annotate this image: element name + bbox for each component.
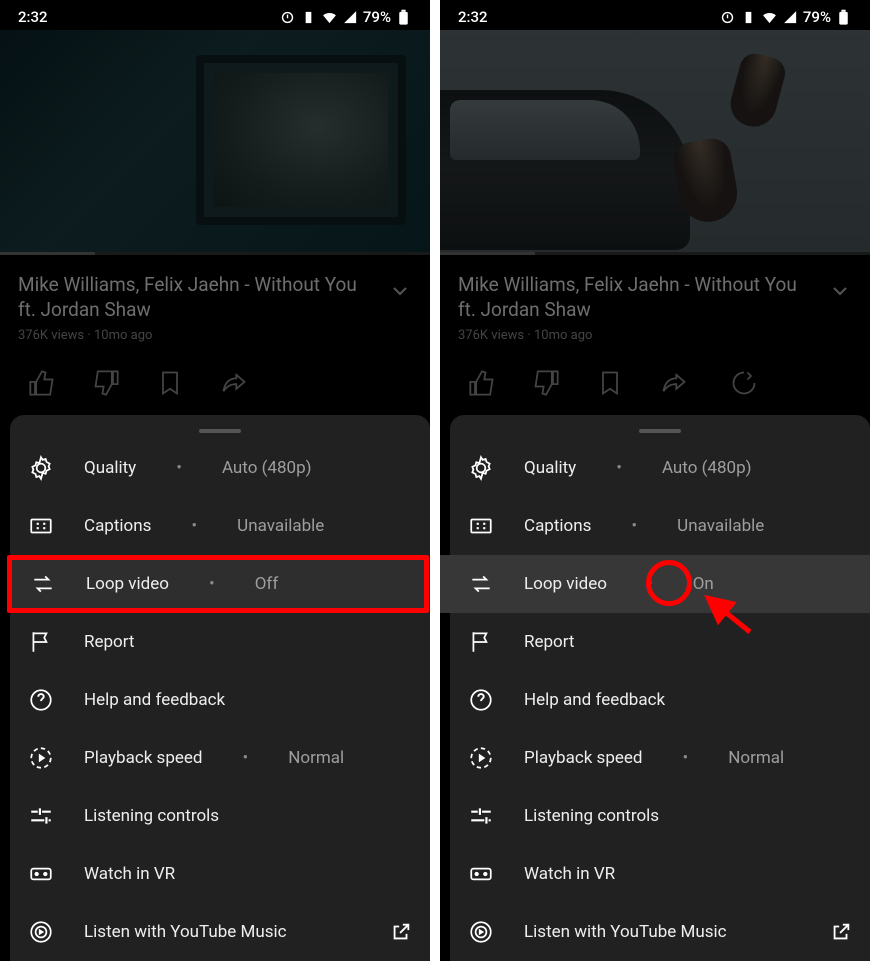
playback-speed-icon (28, 745, 54, 771)
flag-icon (468, 629, 494, 655)
phone-screenshot-left: 2:32 79% Mike Williams, Felix Jaehn - Wi… (0, 0, 430, 961)
menu-playback-speed[interactable]: Playback speed • Normal (450, 729, 870, 787)
captions-icon (468, 513, 494, 539)
share-icon[interactable] (660, 369, 688, 397)
menu-watch-vr[interactable]: Watch in VR (10, 845, 430, 903)
menu-help[interactable]: Help and feedback (450, 671, 870, 729)
status-bar: 2:32 79% (440, 0, 870, 30)
wifi-icon (761, 9, 778, 26)
like-icon[interactable] (468, 369, 496, 397)
loop-icon (30, 571, 56, 597)
vr-icon (28, 861, 54, 887)
video-player[interactable] (0, 30, 430, 255)
menu-playback-speed[interactable]: Playback speed • Normal (10, 729, 430, 787)
settings-bottom-sheet: Quality • Auto (480p) Captions • Unavail… (450, 415, 870, 961)
gear-icon (468, 455, 494, 481)
menu-watch-vr[interactable]: Watch in VR (450, 845, 870, 903)
menu-youtube-music[interactable]: Listen with YouTube Music (450, 903, 870, 961)
menu-captions[interactable]: Captions • Unavailable (10, 497, 430, 555)
menu-quality[interactable]: Quality • Auto (480p) (10, 439, 430, 497)
video-title: Mike Williams, Felix Jaehn - Without You… (458, 273, 852, 322)
chevron-down-icon[interactable] (388, 279, 412, 303)
remix-icon[interactable] (730, 369, 758, 397)
menu-loop-video[interactable]: Loop video • Off (7, 555, 429, 613)
status-bar: 2:32 79% (0, 0, 430, 30)
video-player[interactable] (440, 30, 870, 255)
sheet-handle[interactable] (639, 429, 681, 433)
alarm-icon (719, 9, 736, 26)
loop-value: On (693, 574, 714, 594)
wifi-icon (321, 9, 338, 26)
flag-icon (28, 629, 54, 655)
vibrate-icon (740, 9, 757, 26)
yt-music-icon (468, 919, 494, 945)
video-info[interactable]: Mike Williams, Felix Jaehn - Without You… (0, 255, 430, 351)
video-title: Mike Williams, Felix Jaehn - Without You… (18, 273, 412, 322)
clock: 2:32 (458, 8, 488, 26)
captions-icon (28, 513, 54, 539)
loop-value: Off (255, 574, 279, 594)
video-stats: 376K views · 10mo ago (458, 328, 852, 343)
external-link-icon (830, 921, 852, 943)
battery-percent: 79% (803, 8, 831, 26)
action-bar (440, 351, 870, 405)
video-info[interactable]: Mike Williams, Felix Jaehn - Without You… (440, 255, 870, 351)
gear-icon (28, 455, 54, 481)
sheet-handle[interactable] (199, 429, 241, 433)
yt-music-icon (28, 919, 54, 945)
menu-loop-video[interactable]: Loop video • On (440, 555, 870, 613)
battery-icon (395, 9, 412, 26)
vr-icon (468, 861, 494, 887)
help-icon (28, 687, 54, 713)
menu-youtube-music[interactable]: Listen with YouTube Music (10, 903, 430, 961)
settings-bottom-sheet: Quality • Auto (480p) Captions • Unavail… (10, 415, 430, 961)
save-icon[interactable] (596, 369, 624, 397)
phone-screenshot-right: 2:32 79% Mike Williams, Felix Jaehn - Wi… (440, 0, 870, 961)
sliders-icon (28, 803, 54, 829)
alarm-icon (279, 9, 296, 26)
dislike-icon[interactable] (92, 369, 120, 397)
loop-icon (468, 571, 494, 597)
save-icon[interactable] (156, 369, 184, 397)
menu-quality[interactable]: Quality • Auto (480p) (450, 439, 870, 497)
share-icon[interactable] (220, 369, 248, 397)
clock: 2:32 (18, 8, 48, 26)
annotation-circle (646, 560, 692, 606)
menu-listening-controls[interactable]: Listening controls (10, 787, 430, 845)
video-stats: 376K views · 10mo ago (18, 328, 412, 343)
sliders-icon (468, 803, 494, 829)
vibrate-icon (300, 9, 317, 26)
battery-percent: 79% (363, 8, 391, 26)
like-icon[interactable] (28, 369, 56, 397)
menu-listening-controls[interactable]: Listening controls (450, 787, 870, 845)
playback-speed-icon (468, 745, 494, 771)
battery-icon (835, 9, 852, 26)
help-icon (468, 687, 494, 713)
menu-captions[interactable]: Captions • Unavailable (450, 497, 870, 555)
signal-icon (782, 9, 799, 26)
dislike-icon[interactable] (532, 369, 560, 397)
menu-help[interactable]: Help and feedback (10, 671, 430, 729)
signal-icon (342, 9, 359, 26)
menu-report[interactable]: Report (10, 613, 430, 671)
chevron-down-icon[interactable] (828, 279, 852, 303)
menu-report[interactable]: Report (450, 613, 870, 671)
external-link-icon (390, 921, 412, 943)
action-bar (0, 351, 430, 405)
